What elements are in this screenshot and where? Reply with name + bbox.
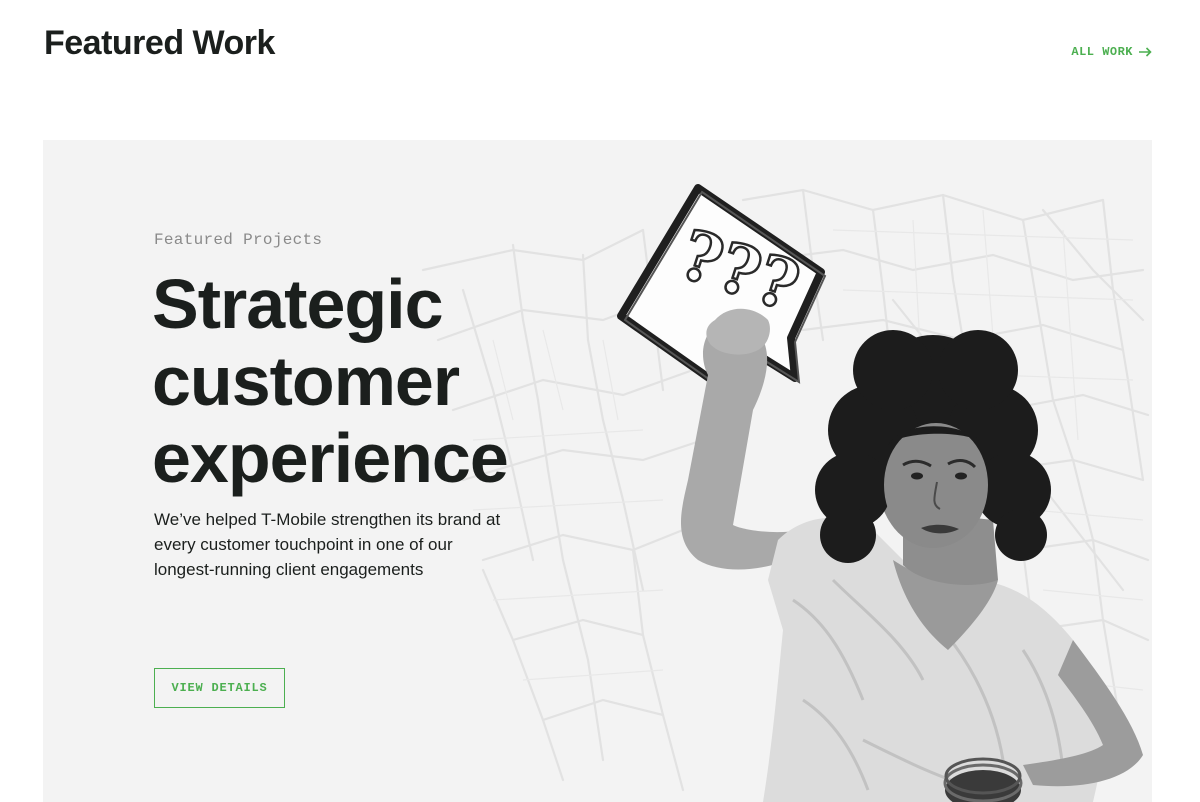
featured-project-card: Featured Projects Strategic customer exp…	[43, 140, 1152, 802]
page-title: Featured Work	[44, 24, 275, 62]
feature-description: We’ve helped T-Mobile strengthen its bra…	[154, 510, 501, 579]
view-details-button[interactable]: VIEW DETAILS	[154, 668, 285, 708]
all-work-label: ALL WORK	[1071, 45, 1133, 59]
eyebrow-label: Featured Projects	[154, 231, 323, 249]
woman-holding-question-sign-image: ???	[617, 184, 1143, 802]
arrow-right-icon	[1139, 47, 1152, 57]
all-work-link[interactable]: ALL WORK	[1071, 45, 1152, 59]
bracelet-icon	[943, 757, 1023, 802]
page-header: Featured Work ALL WORK	[0, 0, 1200, 140]
feature-headline: Strategic customer experience	[152, 265, 509, 497]
